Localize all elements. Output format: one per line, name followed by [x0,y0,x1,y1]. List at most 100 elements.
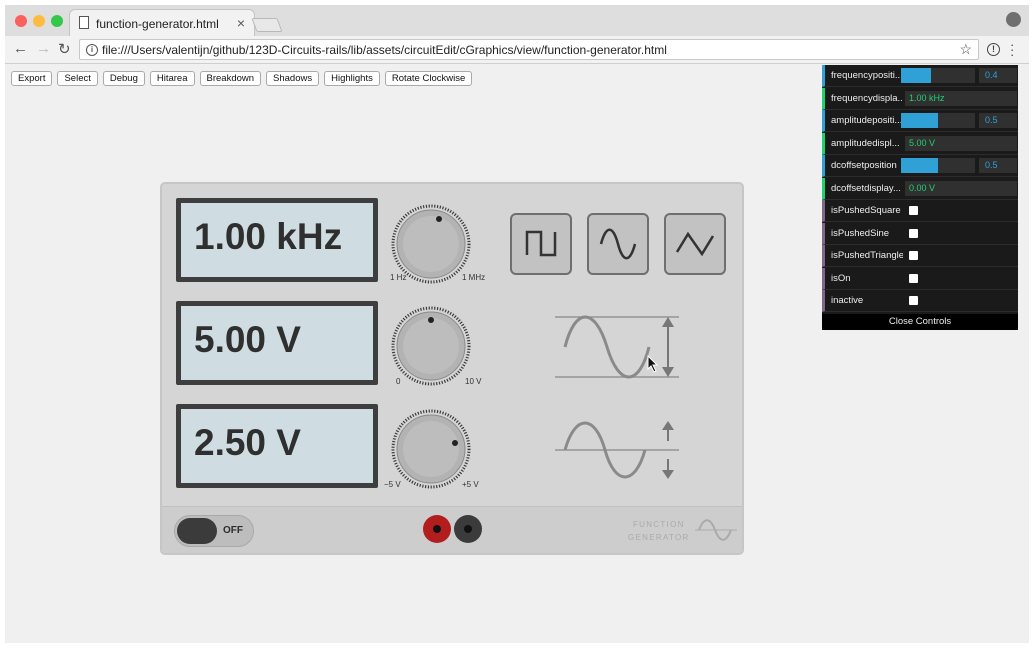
control-text-input[interactable]: 1.00 kHz [905,90,1017,106]
control-slider-fill [901,158,938,173]
back-arrow-icon[interactable]: ← [13,40,28,57]
tab-close-icon[interactable]: × [237,15,245,31]
brand-label: FUNCTION GENERATOR [628,518,690,544]
control-row-ispushedsquare: isPushedSquare [822,200,1018,222]
control-slider[interactable] [901,158,975,173]
power-toggle[interactable]: OFF [174,515,254,547]
amplitude-display: 5.00 V [176,301,378,385]
control-label: isOn [831,272,851,284]
control-row-inactive: inactive [822,290,1018,312]
offset-max-label: +5 V [462,480,479,489]
frequency-display-value: 1.00 kHz [194,216,343,257]
sine-wave-button[interactable] [587,213,649,275]
info-icon[interactable]: i [86,44,98,56]
debug-button-export[interactable]: Export [11,71,53,86]
control-number-input[interactable]: 0.4 [979,68,1017,83]
debug-button-shadows[interactable]: Shadows [266,71,320,86]
profile-icon[interactable] [1006,12,1021,27]
debug-button-highlights[interactable]: Highlights [324,71,380,86]
forward-arrow-icon[interactable]: → [36,40,51,57]
amplitude-wave-illustration [555,315,679,379]
control-label: frequencydispla... [831,92,903,104]
function-generator-logo-icon [695,519,737,541]
control-row-ison: isOn [822,267,1018,290]
debug-toolbar: Export Select Debug Hitarea Breakdown Shadows… [11,71,473,86]
new-tab-button[interactable] [251,18,283,32]
control-checkbox[interactable] [909,206,918,215]
square-wave-button[interactable] [510,213,572,275]
control-label: isPushedSine [831,227,890,239]
control-row-frequencydispla: frequencydispla... 1.00 kHz [822,87,1018,110]
control-checkbox[interactable] [909,273,918,283]
triangle-wave-button[interactable] [664,213,726,275]
control-checkbox[interactable] [909,296,918,305]
bookmark-star-icon[interactable]: ☆ [959,41,972,58]
frequency-display: 1.00 kHz [176,198,378,282]
debug-button-rotate-clockwise[interactable]: Rotate Clockwise [384,71,473,86]
debug-button-hitarea[interactable]: Hitarea [149,71,195,86]
sine-wave-icon [599,228,637,260]
control-label: dcoffsetposition [831,160,897,171]
red-output-jack[interactable] [423,515,451,543]
power-toggle-knob[interactable] [177,518,217,544]
close-controls-button[interactable]: Close Controls [822,314,1018,330]
close-window-button[interactable] [15,15,27,27]
frequency-max-label: 1 MHz [462,273,486,282]
control-label: inactive [831,295,864,306]
control-checkbox[interactable] [909,228,918,238]
amplitude-knob[interactable] [391,306,471,391]
frequency-knob-graphic[interactable] [391,204,471,284]
control-slider-fill [901,68,931,83]
control-label: amplitudepositi... [831,115,903,126]
tab-title: function-generator.html [96,17,219,31]
amplitude-knob-graphic[interactable] [391,306,471,386]
triangle-wave-icon [675,231,715,257]
square-wave-icon [525,230,557,257]
control-slider[interactable] [901,68,975,83]
browser-tab[interactable]: function-generator.html × [69,9,255,37]
amplitude-min-label: 0 [396,377,401,386]
control-row-amplitudepositi: amplitudepositi... 0.5 [822,110,1018,132]
control-row-amplitudedispl: amplitudedispl... 5.00 V [822,132,1018,155]
control-label: dcoffsetdisplay... [831,182,901,194]
page-content: Export Select Debug Hitarea Breakdown Shadows… [5,65,1029,643]
offset-wave-illustration [555,421,679,479]
control-row-dcoffsetposition: dcoffsetposition 0.5 [822,155,1018,177]
brand-line2: GENERATOR [628,533,690,542]
offset-knob[interactable] [391,409,471,494]
extension-icon[interactable]: ! [987,43,1000,56]
address-bar[interactable]: i file:///Users/valentijn/github/123D-Ci… [79,39,979,60]
control-row-dcoffsetdisplay: dcoffsetdisplay... 0.00 V [822,177,1018,200]
debug-button-debug[interactable]: Debug [102,71,145,86]
debug-button-select[interactable]: Select [57,71,98,86]
function-generator-device: 1.00 kHz 1 Hz 1 MHz 5.00 V 0 10 V 2.50 V… [160,182,744,555]
reload-icon[interactable]: ↻ [58,40,71,58]
url-text: file:///Users/valentijn/github/123D-Circ… [102,43,667,57]
menu-kebab-icon[interactable]: · · · [1010,38,1014,61]
controls-panel: frequencypositi... 0.4 frequencydispla... 1… [822,65,1018,330]
minimize-window-button[interactable] [33,15,45,27]
control-label: isPushedSquare [831,205,901,216]
control-number-input[interactable]: 0.5 [979,158,1017,173]
browser-window: function-generator.html × ← → ↻ i file:/… [5,5,1029,643]
mouse-cursor-icon [647,355,659,373]
offset-knob-graphic[interactable] [391,409,471,489]
control-label: frequencypositi... [831,70,903,81]
control-label: isPushedTriangle [831,250,903,261]
debug-button-breakdown[interactable]: Breakdown [199,71,262,86]
control-checkbox[interactable] [909,251,918,260]
black-output-jack[interactable] [454,515,482,543]
control-row-ispushedsine: isPushedSine [822,222,1018,245]
title-bar: function-generator.html × [5,5,1029,37]
control-slider-fill [901,113,938,128]
maximize-window-button[interactable] [51,15,63,27]
offset-min-label: −5 V [384,480,401,489]
control-text-input[interactable]: 0.00 V [905,180,1017,196]
control-slider[interactable] [901,113,975,128]
offset-display-value: 2.50 V [194,422,301,463]
control-number-input[interactable]: 0.5 [979,113,1017,128]
frequency-min-label: 1 Hz [390,273,407,282]
browser-toolbar: ← → ↻ i file:///Users/valentijn/github/1… [5,36,1029,64]
control-text-input[interactable]: 5.00 V [905,135,1017,151]
control-row-ispushedtriangle: isPushedTriangle [822,245,1018,267]
